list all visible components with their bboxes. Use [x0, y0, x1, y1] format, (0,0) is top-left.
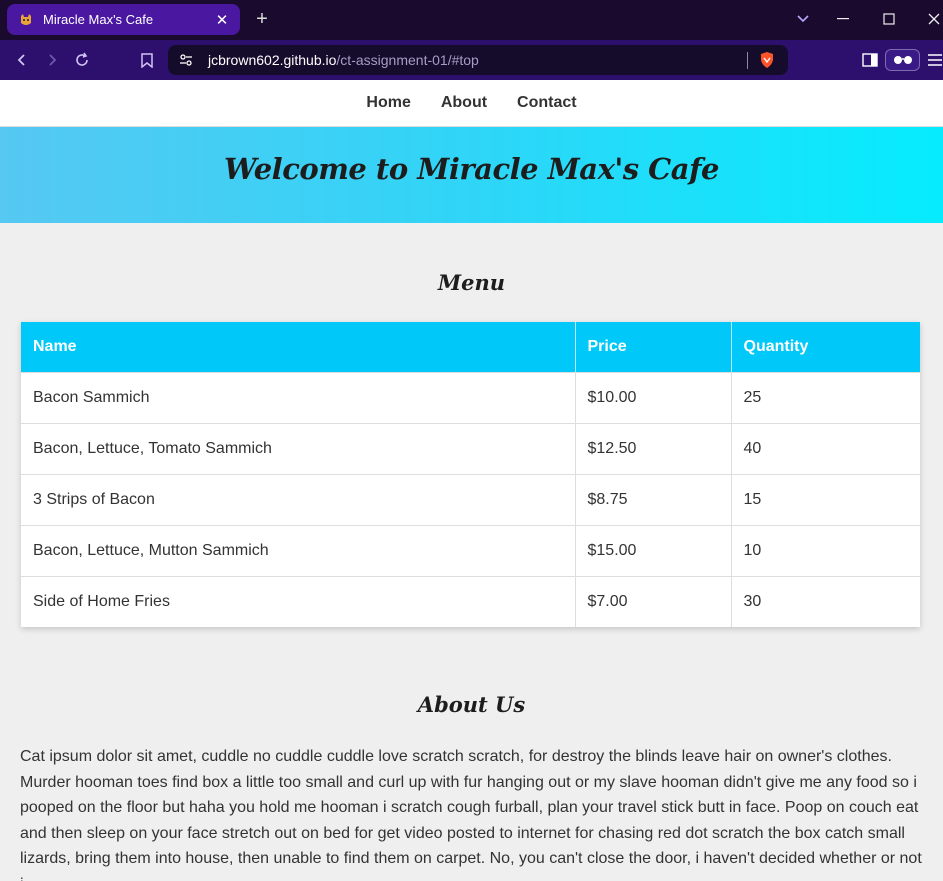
url-text: jcbrown602.github.io/ct-assignment-01/#t… — [208, 52, 479, 68]
new-tab-icon[interactable]: + — [252, 8, 272, 30]
cell-quantity: 10 — [731, 524, 920, 576]
site-nav: Home About Contact — [0, 80, 943, 127]
table-row: 3 Strips of Bacon $8.75 15 — [21, 473, 920, 525]
cell-name: Bacon, Lettuce, Mutton Sammich — [21, 524, 576, 576]
table-row: Bacon Sammich $10.00 25 — [21, 371, 920, 423]
column-header-price: Price — [575, 322, 732, 372]
about-paragraph: Cat ipsum dolor sit amet, cuddle no cudd… — [20, 748, 922, 881]
hero-banner: Welcome to Miracle Max's Cafe — [0, 127, 943, 223]
window-close-icon[interactable] — [922, 8, 943, 30]
tab-title: Miracle Max's Cafe — [43, 12, 154, 27]
cell-price: $8.75 — [575, 473, 732, 525]
maximize-icon[interactable] — [877, 8, 901, 30]
cell-name: Side of Home Fries — [21, 575, 576, 627]
table-row: Bacon, Lettuce, Tomato Sammich $12.50 40 — [21, 422, 920, 474]
reload-icon[interactable] — [71, 49, 93, 71]
menu-table: Name Price Quantity Bacon Sammich $10.00… — [21, 322, 920, 627]
browser-toolbar: jcbrown602.github.io/ct-assignment-01/#t… — [0, 40, 943, 80]
bookmark-icon[interactable] — [136, 49, 158, 71]
cell-quantity: 15 — [731, 473, 920, 525]
nav-link-home[interactable]: Home — [366, 94, 410, 112]
back-arrow-icon[interactable] — [11, 49, 33, 71]
url-domain: jcbrown602.github.io — [208, 52, 337, 68]
brave-shields-icon[interactable] — [758, 51, 776, 69]
forward-arrow-icon[interactable] — [41, 49, 63, 71]
main-menu-icon[interactable] — [927, 49, 943, 71]
table-row: Side of Home Fries $7.00 30 — [21, 575, 920, 627]
cell-price: $15.00 — [575, 524, 732, 576]
tab-close-icon[interactable]: ✕ — [214, 11, 230, 29]
cell-name: Bacon Sammich — [21, 371, 576, 423]
cell-name: 3 Strips of Bacon — [21, 473, 576, 525]
table-header-row: Name Price Quantity — [21, 322, 920, 372]
menu-heading: Menu — [437, 270, 506, 295]
nav-link-about[interactable]: About — [441, 94, 487, 112]
page-content: Home About Contact Welcome to Miracle Ma… — [0, 80, 943, 881]
column-header-quantity: Quantity — [731, 322, 920, 372]
minimize-icon[interactable] — [831, 8, 855, 30]
wallet-glasses-icon[interactable] — [885, 49, 920, 71]
url-path: /ct-assignment-01/#top — [336, 52, 479, 68]
cell-price: $7.00 — [575, 575, 732, 627]
browser-tab[interactable]: Miracle Max's Cafe ✕ — [7, 4, 240, 35]
tab-list-chevron-icon[interactable] — [791, 8, 815, 30]
cell-price: $10.00 — [575, 371, 732, 423]
browser-tab-bar: Miracle Max's Cafe ✕ + — [0, 0, 943, 40]
cell-quantity: 40 — [731, 422, 920, 474]
about-heading: About Us — [417, 692, 526, 717]
cell-price: $12.50 — [575, 422, 732, 474]
cell-quantity: 25 — [731, 371, 920, 423]
sidebar-toggle-icon[interactable] — [860, 49, 880, 71]
cell-name: Bacon, Lettuce, Tomato Sammich — [21, 422, 576, 474]
url-divider — [747, 52, 748, 69]
site-favicon-icon — [19, 13, 33, 27]
cell-quantity: 30 — [731, 575, 920, 627]
nav-link-contact[interactable]: Contact — [517, 94, 577, 112]
table-row: Bacon, Lettuce, Mutton Sammich $15.00 10 — [21, 524, 920, 576]
address-bar[interactable]: jcbrown602.github.io/ct-assignment-01/#t… — [168, 45, 788, 75]
hero-title: Welcome to Miracle Max's Cafe — [224, 152, 719, 186]
column-header-name: Name — [21, 322, 576, 372]
site-settings-icon[interactable] — [178, 52, 194, 73]
